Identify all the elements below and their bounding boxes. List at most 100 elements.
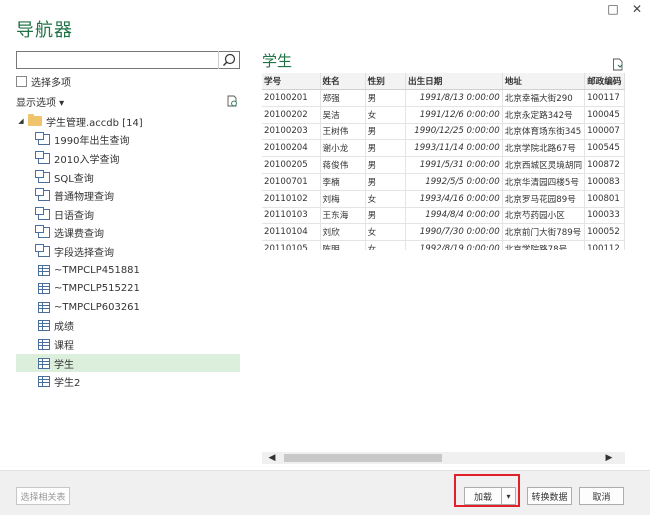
table-header-row: 学号 姓名 性别 出生日期 地址 邮政编码: [262, 73, 625, 90]
table-cell: 北京罗马花园89号: [502, 190, 586, 208]
table-cell: 100112: [584, 240, 625, 250]
table-icon: [38, 376, 50, 388]
maximize-button[interactable]: □: [602, 1, 624, 17]
query-icon: [35, 225, 50, 239]
table-cell: 北京芍药园小区: [502, 207, 586, 225]
tree-item[interactable]: 普通物理查询: [16, 186, 240, 205]
column-header[interactable]: 出生日期: [405, 73, 503, 90]
table-cell: 女: [365, 223, 406, 242]
search-box[interactable]: [16, 51, 240, 73]
table-cell: 男: [365, 89, 406, 107]
folder-icon: [28, 114, 42, 127]
table-cell: 男: [365, 207, 406, 225]
table-cell: 陈明: [320, 240, 366, 250]
tree-item-label: 学生2: [54, 378, 81, 390]
scrollbar-thumb[interactable]: [284, 454, 442, 462]
checkbox-box[interactable]: [16, 76, 27, 87]
export-icon[interactable]: [612, 56, 624, 71]
collapse-triangle-icon[interactable]: ◢: [16, 117, 26, 125]
tree-item[interactable]: 字段选择查询: [16, 242, 240, 261]
search-input[interactable]: [17, 56, 219, 73]
column-header[interactable]: 性别: [365, 73, 406, 90]
tree-item[interactable]: 选课费查询: [16, 224, 240, 243]
table-cell: 男: [365, 173, 406, 191]
display-options-dropdown[interactable]: 显示选项 ▾: [16, 94, 64, 109]
query-icon: [35, 188, 50, 202]
table-row: 20110103 王东海男 1994/8/4 0:00:00 北京芍药园小区 10003…: [262, 207, 625, 225]
table-icon: [38, 338, 50, 350]
table-cell: 1991/12/6 0:00:00: [405, 106, 503, 124]
tree-item[interactable]: 成绩: [16, 317, 240, 336]
table-cell: 100117: [584, 89, 625, 107]
tree-item-label: 课程: [54, 340, 74, 352]
table-cell: 吴洁: [320, 106, 366, 124]
table-row: 20100203 王树伟男 1990/12/25 0:00:00 北京体育场东街345…: [262, 123, 625, 141]
tree-item[interactable]: 1990年出生查询: [16, 131, 240, 150]
tree-item-label: 选课费查询: [54, 229, 104, 241]
tree-item-label: ~TMPCLP515221: [54, 283, 140, 295]
column-header[interactable]: 邮政编码: [584, 73, 625, 90]
tree-item-label: 字段选择查询: [54, 247, 114, 259]
table-cell: 20110102: [262, 190, 321, 208]
column-header[interactable]: 姓名: [320, 73, 366, 90]
table-row: 20110102 刘梅女 1993/4/16 0:00:00 北京罗马花园89号 100…: [262, 190, 625, 208]
table-cell: 20100203: [262, 123, 321, 141]
tree-item[interactable]: ~TMPCLP515221: [16, 279, 240, 298]
query-icon: [35, 206, 50, 220]
multi-select-label: 选择多项: [31, 78, 71, 89]
multi-select-checkbox[interactable]: 选择多项: [16, 74, 71, 89]
tree-item[interactable]: 学生2: [16, 372, 240, 391]
table-cell: 20100205: [262, 156, 321, 174]
search-icon[interactable]: [218, 51, 239, 69]
table-cell: 20110104: [262, 223, 321, 242]
cancel-button[interactable]: 取消: [579, 487, 624, 505]
tree-item-label: SQL查询: [54, 173, 94, 185]
tree-item-label: 日语查询: [54, 210, 94, 222]
table-row: 20100701 李楠男 1992/5/5 0:00:00 北京华清园四楼5号 1000…: [262, 173, 625, 191]
table-row: 20100201 郑强男 1991/8/13 0:00:00 北京幸福大街290 100…: [262, 89, 625, 107]
table-cell: 男: [365, 139, 406, 158]
table-cell: 1990/7/30 0:00:00: [405, 223, 503, 242]
tree-item[interactable]: 学生: [16, 353, 240, 373]
refresh-icon[interactable]: [226, 92, 238, 107]
tree-item[interactable]: ~TMPCLP451881: [16, 261, 240, 280]
tree-item-label: 成绩: [54, 322, 74, 334]
query-icon: [35, 132, 50, 146]
table-icon: [38, 283, 50, 295]
close-button[interactable]: ✕: [626, 1, 648, 17]
tree-item[interactable]: 2010入学查询: [16, 149, 240, 168]
table-cell: 100872: [584, 156, 625, 174]
scroll-left-icon[interactable]: ◀: [266, 452, 278, 464]
table-cell: 20110105: [262, 240, 321, 250]
scroll-right-icon[interactable]: ▶: [603, 452, 615, 464]
column-header[interactable]: 地址: [502, 73, 586, 90]
tree-item[interactable]: SQL查询: [16, 168, 240, 187]
horizontal-scrollbar[interactable]: ◀ ▶: [262, 452, 625, 464]
tree-item-label: 学生: [54, 359, 74, 371]
table-cell: 1993/4/16 0:00:00: [405, 190, 503, 208]
table-icon: [38, 264, 50, 276]
tree-item[interactable]: 课程: [16, 335, 240, 354]
preview-grid: 学号 姓名 性别 出生日期 地址 邮政编码 20100201 郑强男 1991/8/13 0:…: [262, 73, 625, 250]
tree-item[interactable]: ~TMPCLP603261: [16, 298, 240, 317]
table-cell: 北京西城区灵境胡同: [502, 156, 586, 174]
table-cell: 蒋俊伟: [320, 156, 366, 174]
query-icon: [35, 169, 50, 183]
tree-item[interactable]: 日语查询: [16, 205, 240, 224]
table-cell: 女: [365, 190, 406, 208]
table-cell: 1993/11/14 0:00:00: [405, 139, 503, 158]
table-cell: 男: [365, 123, 406, 141]
select-related-button[interactable]: 选择相关表: [16, 487, 70, 505]
transform-data-button[interactable]: 转换数据: [527, 487, 572, 505]
tree-root-node[interactable]: ◢ 学生管理.accdb [14]: [16, 112, 240, 131]
table-cell: 李楠: [320, 173, 366, 191]
table-cell: 刘梅: [320, 190, 366, 208]
tree-item-label: 1990年出生查询: [54, 136, 130, 148]
table-row: 20110105陈明女1992/8/19 0:00:00北京学院路78号1001…: [262, 240, 625, 250]
table-cell: 王东海: [320, 207, 366, 225]
table-cell: 北京学院路78号: [502, 240, 586, 250]
table-cell: 刘欣: [320, 223, 366, 242]
column-header[interactable]: 学号: [262, 73, 321, 90]
table-cell: 男: [365, 156, 406, 174]
table-cell: 北京华清园四楼5号: [502, 173, 586, 191]
